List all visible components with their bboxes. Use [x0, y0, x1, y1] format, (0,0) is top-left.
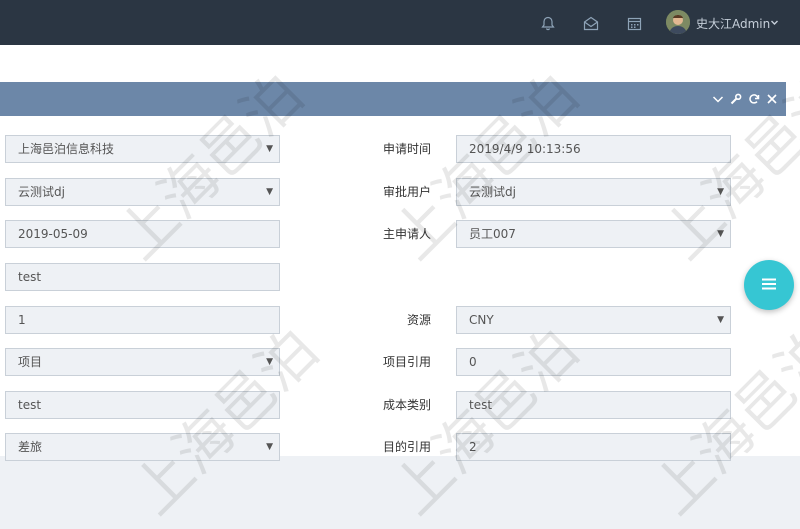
select-field[interactable]: 云测试dj ▼	[456, 178, 731, 206]
caret-down-icon: ▼	[266, 442, 273, 452]
field-label: 成本类别	[382, 398, 431, 412]
collapse-icon[interactable]	[712, 93, 724, 105]
field-label: 项目引用	[382, 355, 431, 369]
field-value: 1	[18, 313, 26, 327]
field-label: 申请时间	[382, 142, 431, 156]
text-field[interactable]: 0	[456, 348, 731, 376]
text-field[interactable]: test	[5, 391, 280, 419]
field-value: 项目	[18, 355, 43, 369]
select-field[interactable]: 云测试dj ▼	[5, 178, 280, 206]
calendar-icon[interactable]	[625, 14, 643, 32]
select-field[interactable]: 差旅 ▼	[5, 433, 280, 461]
field-label: 资源	[406, 313, 431, 327]
text-field[interactable]: test	[5, 263, 280, 291]
text-field[interactable]: test	[456, 391, 731, 419]
wrench-icon[interactable]	[730, 93, 742, 105]
caret-down-icon: ▼	[717, 187, 724, 197]
text-field[interactable]: 2019-05-09	[5, 220, 280, 248]
user-name[interactable]: 史大江Admin	[696, 15, 770, 32]
text-field[interactable]: 2	[456, 433, 731, 461]
field-label: 主申请人	[382, 227, 431, 241]
field-value: 2	[469, 440, 477, 454]
caret-down-icon: ▼	[717, 315, 724, 325]
field-value: 员工007	[469, 227, 516, 241]
user-avatar[interactable]	[666, 10, 690, 34]
caret-down-icon: ▼	[717, 229, 724, 239]
quick-menu-button[interactable]	[744, 260, 794, 310]
text-field[interactable]: 1	[5, 306, 280, 334]
field-value: 云测试dj	[469, 185, 516, 199]
field-value: test	[469, 398, 493, 412]
top-navbar: 史大江Admin	[0, 0, 800, 45]
field-label: 目的引用	[382, 440, 431, 454]
close-icon[interactable]	[766, 93, 778, 105]
envelope-open-icon[interactable]	[582, 14, 600, 32]
chevron-down-icon[interactable]	[770, 16, 779, 30]
select-field[interactable]: 上海邑泊信息科技 ▼	[5, 135, 280, 163]
bell-icon[interactable]	[539, 14, 557, 32]
portlet-header	[0, 82, 786, 116]
select-field[interactable]: 员工007 ▼	[456, 220, 731, 248]
caret-down-icon: ▼	[266, 144, 273, 154]
field-value: 上海邑泊信息科技	[18, 142, 115, 156]
select-field[interactable]: 项目 ▼	[5, 348, 280, 376]
select-field[interactable]: CNY ▼	[456, 306, 731, 334]
reload-icon[interactable]	[748, 93, 760, 105]
field-value: 差旅	[18, 440, 43, 454]
field-value: test	[18, 270, 42, 284]
caret-down-icon: ▼	[266, 187, 273, 197]
field-value: 云测试dj	[18, 185, 65, 199]
field-value: CNY	[469, 313, 494, 327]
field-label: 审批用户	[382, 185, 431, 199]
field-value: test	[18, 398, 42, 412]
field-value: 2019-05-09	[18, 227, 88, 241]
field-value: 2019/4/9 10:13:56	[469, 142, 581, 156]
field-value: 0	[469, 355, 477, 369]
menu-icon	[761, 277, 777, 294]
text-field[interactable]: 2019/4/9 10:13:56	[456, 135, 731, 163]
caret-down-icon: ▼	[266, 357, 273, 367]
